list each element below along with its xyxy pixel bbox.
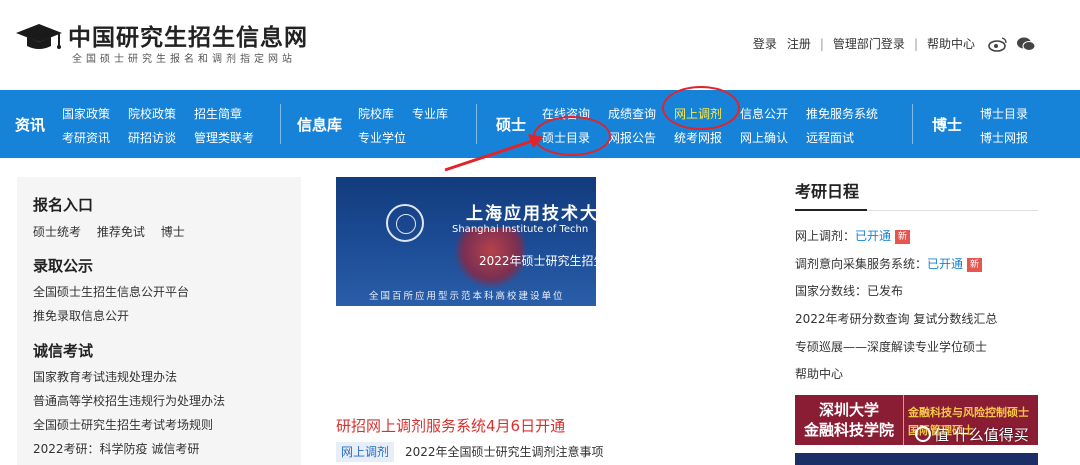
- new-badge: 新: [895, 230, 911, 244]
- ad-right-line: 金融科技与风险控制硕士: [908, 406, 1029, 419]
- schedule-item-status[interactable]: 已开通: [927, 257, 963, 271]
- watermark-text: 值 什么值得买: [934, 426, 1029, 444]
- nav-link-doctor-registration[interactable]: 博士网报: [980, 129, 1028, 146]
- banner-caption: 2022年硕士研究生招生: [479, 254, 596, 268]
- schedule-item-label: 调剂意向采集服务系统：: [795, 257, 928, 271]
- nav-link-info-disclosure[interactable]: 信息公开: [740, 105, 788, 122]
- link-violation-rules[interactable]: 国家教育考试违规处理办法: [33, 368, 177, 385]
- nav-link-exemption-system[interactable]: 推免服务系统: [806, 105, 878, 122]
- banner-school-name: 上海应用技术大: [466, 204, 596, 224]
- section-heading-registration: 报名入口: [33, 196, 94, 214]
- link-honest-exam[interactable]: 2022考研：科学防疫 诚信考研: [33, 440, 199, 457]
- nav-link-school-policy[interactable]: 院校政策: [128, 105, 176, 122]
- schedule-item[interactable]: 网上调剂：已开通新: [795, 227, 911, 244]
- banner-footer: 全国百所应用型示范本科高校建设单位: [369, 291, 565, 302]
- nav-link-online-registration[interactable]: 统考网报: [674, 129, 722, 146]
- login-link[interactable]: 登录: [753, 35, 777, 52]
- admin-login-link[interactable]: 管理部门登录: [833, 35, 905, 52]
- news-item[interactable]: 2022年全国硕士研究生调剂注意事项: [405, 443, 604, 460]
- link-admission-violation[interactable]: 普通高等学校招生违规行为处理办法: [33, 392, 225, 409]
- link-admission-platform[interactable]: 全国硕士生招生信息公开平台: [33, 283, 189, 300]
- news-headline[interactable]: 研招网上调剂服务系统4月6日开通: [336, 415, 565, 436]
- link-recommend-exempt[interactable]: 推荐免试: [97, 225, 145, 239]
- ad-divider: [903, 395, 904, 445]
- section-heading-integrity: 诚信考试: [33, 342, 94, 360]
- schedule-item[interactable]: 帮助中心: [795, 365, 843, 382]
- wechat-icon[interactable]: [1016, 36, 1036, 52]
- nav-link-registration-notice[interactable]: 网报公告: [608, 129, 656, 146]
- site-header: 中国研究生招生信息网 全国硕士研究生报名和调剂指定网站 登录 注册 | 管理部门…: [0, 0, 1080, 90]
- site-title[interactable]: 中国研究生招生信息网: [68, 18, 308, 52]
- section-heading-admission: 录取公示: [33, 257, 94, 275]
- divider: |: [819, 36, 824, 51]
- link-exam-room-rules[interactable]: 全国硕士研究生招生考试考场规则: [33, 416, 213, 433]
- ad-left: 深圳大学 金融科技学院: [795, 395, 903, 445]
- watermark-icon: [915, 426, 931, 442]
- nav-link-professional-degree[interactable]: 专业学位: [358, 129, 406, 146]
- schedule-heading: 考研日程: [795, 182, 860, 201]
- weibo-icon[interactable]: [988, 36, 1008, 52]
- nav-divider: [280, 104, 281, 144]
- schedule-item[interactable]: 2022年考研分数查询 复试分数线汇总: [795, 310, 997, 327]
- nav-link-score-query[interactable]: 成绩查询: [608, 105, 656, 122]
- nav-link-interviews[interactable]: 研招访谈: [128, 129, 176, 146]
- nav-link-exam-news[interactable]: 考研资讯: [62, 129, 110, 146]
- nav-divider: [912, 104, 913, 144]
- schedule-item-status[interactable]: 已开通: [855, 229, 891, 243]
- news-tag[interactable]: 网上调剂: [336, 442, 394, 462]
- nav-section-database[interactable]: 信息库: [297, 114, 342, 135]
- site-subtitle: 全国硕士研究生报名和调剂指定网站: [72, 54, 296, 65]
- link-exempt-admission[interactable]: 推免录取信息公开: [33, 307, 129, 324]
- ad-left-line: 深圳大学: [818, 401, 879, 419]
- link-doctor[interactable]: 博士: [161, 225, 185, 239]
- schedule-item[interactable]: 专硕巡展——深度解读专业学位硕士: [795, 338, 987, 355]
- school-banner[interactable]: 上海应用技术大 Shanghai Institute of Techn 2022…: [336, 177, 596, 306]
- divider: |: [913, 36, 918, 51]
- nav-link-school-db[interactable]: 院校库: [358, 105, 394, 122]
- schedule-item[interactable]: 国家分数线：已发布: [795, 282, 903, 299]
- school-seal-icon: [386, 204, 424, 242]
- graduation-cap-icon: [16, 24, 62, 49]
- watermark: 值 什么值得买: [915, 424, 1029, 445]
- top-links: 登录 注册 | 管理部门登录 | 帮助中心: [748, 35, 1036, 52]
- ad-banner-2[interactable]: [795, 453, 1038, 465]
- schedule-item[interactable]: 调剂意向采集服务系统：已开通新: [795, 255, 983, 272]
- nav-link-mba-exam[interactable]: 管理类联考: [194, 129, 254, 146]
- register-link[interactable]: 注册: [787, 35, 811, 52]
- ad-left-line: 金融科技学院: [803, 421, 894, 439]
- schedule-underline: [795, 209, 1038, 211]
- annotation-circle: [662, 86, 740, 130]
- nav-link-remote-interview[interactable]: 远程面试: [806, 129, 854, 146]
- left-panel: 报名入口 硕士统考 推荐免试 博士 录取公示 全国硕士生招生信息公开平台 推免录…: [17, 177, 301, 465]
- nav-link-doctor-catalog[interactable]: 博士目录: [980, 105, 1028, 122]
- link-master-exam[interactable]: 硕士统考: [33, 225, 81, 239]
- annotation-arrow: [444, 134, 544, 172]
- new-badge: 新: [967, 258, 983, 272]
- banner-school-name-en: Shanghai Institute of Techn: [452, 224, 589, 235]
- nav-link-admission-guide[interactable]: 招生简章: [194, 105, 242, 122]
- nav-link-national-policy[interactable]: 国家政策: [62, 105, 110, 122]
- help-center-link[interactable]: 帮助中心: [927, 35, 975, 52]
- registration-links: 硕士统考 推荐免试 博士: [33, 223, 197, 240]
- nav-link-online-confirm[interactable]: 网上确认: [740, 129, 788, 146]
- nav-section-doctor[interactable]: 博士: [932, 114, 962, 135]
- schedule-item-label: 网上调剂：: [795, 229, 856, 243]
- nav-section-news[interactable]: 资讯: [15, 114, 45, 135]
